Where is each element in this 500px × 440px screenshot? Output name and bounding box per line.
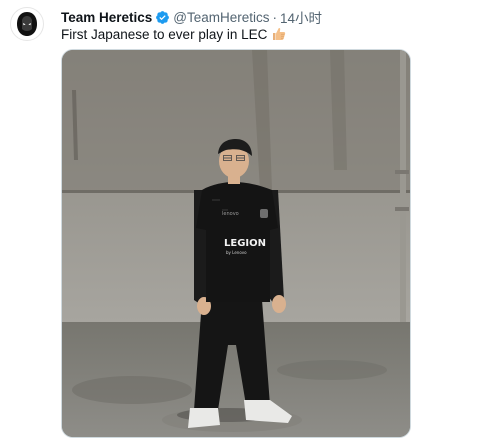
thumbs-up-emoji-icon bbox=[273, 28, 286, 40]
tweet-text-content: First Japanese to ever play in LEC bbox=[61, 26, 268, 42]
jersey-legion-text: LEGION bbox=[224, 238, 266, 249]
tweet-media-image[interactable]: lenovo LEGION by Lenovo bbox=[61, 49, 411, 438]
author-avatar[interactable] bbox=[10, 7, 44, 41]
verified-badge-icon bbox=[156, 10, 170, 24]
tweet-header: Team Heretics @TeamHeretics · 14小时 bbox=[61, 7, 490, 27]
player-photo: lenovo LEGION by Lenovo bbox=[62, 50, 410, 437]
svg-text:lenovo: lenovo bbox=[222, 211, 239, 217]
team-heretics-logo-icon bbox=[13, 10, 41, 38]
tweet-timestamp[interactable]: 14小时 bbox=[280, 7, 322, 27]
author-handle[interactable]: @TeamHeretics bbox=[173, 10, 269, 25]
separator-dot: · bbox=[272, 9, 278, 25]
author-name[interactable]: Team Heretics bbox=[61, 10, 152, 25]
jersey-sublogo-text: by Lenovo bbox=[226, 250, 247, 255]
tweet-text: First Japanese to ever play in LEC bbox=[61, 26, 287, 42]
